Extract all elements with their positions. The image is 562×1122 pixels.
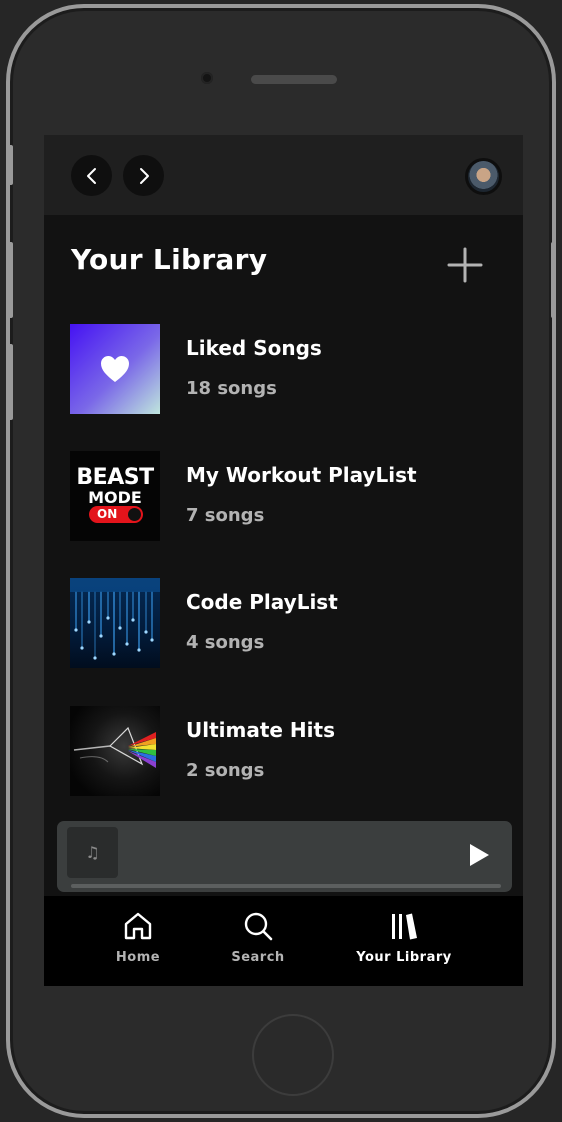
chevron-right-icon	[139, 167, 149, 184]
home-key[interactable]	[252, 1014, 334, 1096]
item-song-count: 18 songs	[186, 378, 277, 399]
tab-label: Your Library	[356, 950, 452, 965]
back-button[interactable]	[71, 155, 112, 196]
earpiece-speaker	[251, 75, 337, 84]
chevron-left-icon	[86, 167, 96, 184]
music-note-icon: ♫	[67, 827, 118, 878]
front-camera	[201, 72, 213, 84]
tab-search[interactable]: Search	[218, 896, 298, 986]
item-title: Ultimate Hits	[186, 718, 335, 742]
tab-your-library[interactable]: Your Library	[348, 896, 460, 986]
home-icon	[124, 912, 152, 940]
avatar[interactable]	[465, 158, 502, 195]
cover-toggle-label: ON	[97, 507, 118, 521]
side-button-volume-down	[8, 344, 13, 420]
play-icon[interactable]	[467, 843, 491, 867]
cover-workout-playlist: BEAST MODE ON	[70, 451, 160, 541]
app-screen: Your Library Liked Songs 18 songs BEAST …	[44, 135, 523, 986]
heart-icon	[101, 356, 129, 382]
cover-text-mode: MODE	[88, 488, 142, 507]
plus-icon[interactable]	[447, 247, 483, 283]
library-item-liked-songs[interactable]: Liked Songs 18 songs	[70, 324, 510, 414]
forward-button[interactable]	[123, 155, 164, 196]
tab-home[interactable]: Home	[98, 896, 178, 986]
tab-label: Home	[115, 950, 161, 965]
page-title: Your Library	[71, 243, 268, 276]
library-item-ultimate-hits[interactable]: Ultimate Hits 2 songs	[70, 706, 510, 796]
library-item-workout-playlist[interactable]: BEAST MODE ON My Workout PlayList 7 song…	[70, 451, 510, 541]
search-icon	[244, 912, 273, 941]
library-icon	[392, 913, 417, 940]
item-song-count: 7 songs	[186, 505, 265, 526]
item-title: Liked Songs	[186, 336, 322, 360]
item-song-count: 4 songs	[186, 632, 265, 653]
cover-text-beast: BEAST	[76, 465, 154, 490]
cover-code-playlist	[70, 578, 160, 668]
toggle-knob	[128, 508, 141, 521]
cover-toggle-on: ON	[89, 506, 143, 523]
library-item-code-playlist[interactable]: Code PlayList 4 songs	[70, 578, 510, 668]
bottom-tab-bar: Home Search Your Library	[44, 896, 523, 986]
side-button-power	[551, 242, 556, 318]
item-title: My Workout PlayList	[186, 463, 417, 487]
side-button-mute	[8, 145, 13, 185]
side-button-volume-up	[8, 242, 13, 318]
top-bar	[44, 135, 523, 215]
mini-player[interactable]: ♫	[57, 821, 512, 892]
prism-art	[73, 726, 156, 768]
tab-label: Search	[231, 950, 285, 965]
digital-rain-art	[70, 578, 160, 660]
cover-liked-songs	[70, 324, 160, 414]
item-title: Code PlayList	[186, 590, 338, 614]
playback-progress-bar[interactable]	[71, 884, 501, 888]
item-song-count: 2 songs	[186, 760, 265, 781]
cover-ultimate-hits	[70, 706, 160, 796]
